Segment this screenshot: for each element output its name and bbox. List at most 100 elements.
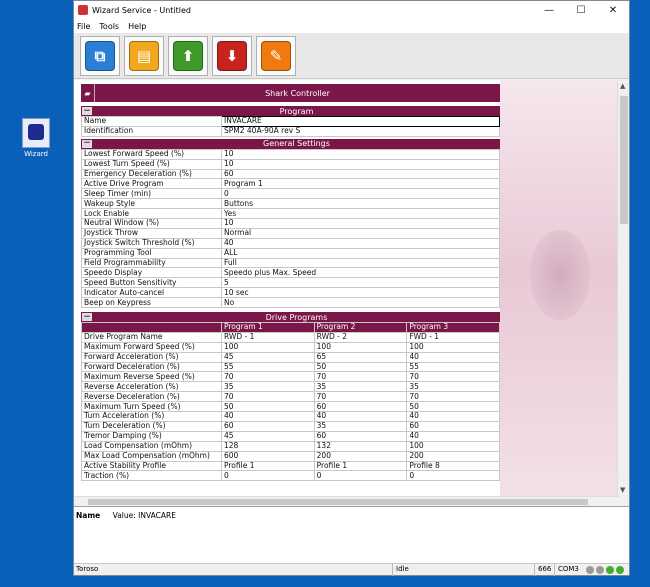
row-value[interactable]: Yes: [221, 208, 500, 220]
row-value-program-2[interactable]: 132: [313, 440, 408, 452]
row-value-program-3[interactable]: 200: [406, 450, 500, 462]
row-value-program-1[interactable]: 70: [221, 391, 315, 403]
row-label: Turn Acceleration (%): [81, 411, 222, 422]
horizontal-scrollbar[interactable]: [74, 496, 619, 506]
row-value-program-3[interactable]: 100: [406, 440, 500, 452]
row-label: Drive Program Name: [81, 331, 222, 343]
row-value-program-2[interactable]: 60: [313, 401, 408, 413]
row-value-program-1[interactable]: 45: [221, 351, 315, 363]
scroll-up-icon[interactable]: ▲: [620, 82, 625, 90]
open-file-button[interactable]: ⧉: [80, 35, 120, 76]
row-label: Maximum Turn Speed (%): [81, 401, 222, 413]
minimize-button[interactable]: —: [533, 1, 565, 19]
row-value-program-3[interactable]: 40: [406, 411, 500, 422]
row-value[interactable]: 5: [221, 277, 500, 289]
row-label: Wakeup Style: [81, 198, 222, 210]
row-value-program-2[interactable]: RWD - 2: [313, 331, 408, 343]
row-value-program-1[interactable]: 128: [221, 440, 315, 452]
row-value-program-3[interactable]: 35: [406, 381, 500, 393]
row-label: Active Drive Program: [81, 178, 222, 190]
tools-button[interactable]: ✎: [256, 35, 296, 76]
row-value[interactable]: No: [221, 297, 500, 309]
row-value-program-1[interactable]: 45: [221, 430, 315, 442]
close-button[interactable]: ✕: [597, 1, 629, 19]
row-value-program-3[interactable]: 70: [406, 391, 500, 403]
row-value[interactable]: Normal: [221, 227, 500, 239]
row-label: Speedo Display: [81, 267, 222, 279]
row-value-program-3[interactable]: 40: [406, 351, 500, 363]
row-label: Identification: [81, 125, 222, 137]
row-value-program-2[interactable]: 35: [313, 420, 408, 432]
row-value-program-2[interactable]: 100: [313, 341, 408, 353]
description-pane: Name Value: INVACARE: [74, 506, 629, 563]
row-value[interactable]: Program 1: [221, 178, 500, 190]
vertical-scrollbar[interactable]: ▲ ▼: [617, 80, 629, 496]
program-button[interactable]: ▤: [124, 35, 164, 76]
row-label: Reverse Deceleration (%): [81, 391, 222, 403]
menu-help[interactable]: Help: [128, 22, 146, 31]
row-value-program-3[interactable]: 60: [406, 420, 500, 432]
row-value[interactable]: SPM2 40A-90A rev S: [221, 125, 500, 137]
row-value[interactable]: INVACARE: [221, 116, 500, 127]
row-value-program-1[interactable]: 50: [221, 401, 315, 413]
drive-programs-title: Drive Programs: [265, 312, 328, 322]
row-value[interactable]: 0: [221, 188, 500, 200]
row-value[interactable]: 60: [221, 168, 500, 180]
read-chair-button[interactable]: ⬆: [168, 35, 208, 76]
row-value-program-2[interactable]: 200: [313, 450, 408, 462]
row-value-program-3[interactable]: 55: [406, 361, 500, 373]
row-value[interactable]: 10: [221, 158, 500, 170]
row-value[interactable]: Full: [221, 257, 500, 269]
menu-file[interactable]: File: [77, 22, 90, 31]
row-value-program-2[interactable]: 35: [313, 381, 408, 393]
row-value[interactable]: 10: [221, 218, 500, 229]
hscroll-thumb[interactable]: [88, 499, 588, 505]
row-value-program-1[interactable]: Profile 1: [221, 460, 315, 472]
row-value-program-2[interactable]: 40: [313, 411, 408, 422]
row-value-program-2[interactable]: Profile 1: [313, 460, 408, 472]
row-value-program-3[interactable]: Profile 8: [406, 460, 500, 472]
table-row: Forward Acceleration (%) 45 65 40: [81, 351, 500, 363]
row-value-program-2[interactable]: 70: [313, 371, 408, 383]
row-value[interactable]: 40: [221, 237, 500, 249]
open-file-icon: ⧉: [85, 40, 115, 71]
row-value-program-3[interactable]: 40: [406, 430, 500, 442]
row-value-program-1[interactable]: RWD - 1: [221, 331, 315, 343]
row-value-program-2[interactable]: 50: [313, 361, 408, 373]
row-label: Load Compensation (mOhm): [81, 440, 222, 452]
row-value-program-2[interactable]: 0: [313, 470, 408, 482]
table-row: Indicator Auto-cancel 10 sec: [81, 287, 500, 299]
row-value-program-3[interactable]: 50: [406, 401, 500, 413]
row-value-program-1[interactable]: 55: [221, 361, 315, 373]
collapse-program-toggle[interactable]: −: [81, 106, 93, 116]
row-value-program-3[interactable]: 100: [406, 341, 500, 353]
row-value-program-1[interactable]: 40: [221, 411, 315, 422]
collapse-drive-toggle[interactable]: −: [81, 312, 93, 323]
row-value-program-1[interactable]: 0: [221, 470, 315, 482]
table-row: Maximum Turn Speed (%) 50 60 50: [81, 401, 500, 413]
row-value-program-1[interactable]: 35: [221, 381, 315, 393]
collapse-general-toggle[interactable]: −: [81, 138, 93, 149]
row-value-program-2[interactable]: 60: [313, 430, 408, 442]
scroll-thumb[interactable]: [620, 96, 628, 224]
row-value[interactable]: Speedo plus Max. Speed: [221, 267, 500, 279]
row-value[interactable]: Buttons: [221, 198, 500, 210]
desktop-icon-wizard[interactable]: Wizard: [20, 118, 52, 158]
row-value-program-1[interactable]: 600: [221, 450, 315, 462]
table-row: Programming Tool ALL: [81, 247, 500, 259]
row-value-program-3[interactable]: FWD - 1: [406, 331, 500, 343]
row-value-program-1[interactable]: 100: [221, 341, 315, 353]
row-value-program-1[interactable]: 60: [221, 420, 315, 432]
row-value-program-2[interactable]: 70: [313, 391, 408, 403]
row-value[interactable]: 10 sec: [221, 287, 500, 299]
scroll-down-icon[interactable]: ▼: [620, 486, 625, 494]
row-value-program-3[interactable]: 70: [406, 371, 500, 383]
row-value[interactable]: 10: [221, 148, 500, 160]
maximize-button[interactable]: ☐: [565, 1, 597, 19]
menu-tools[interactable]: Tools: [99, 22, 119, 31]
write-chair-button[interactable]: ⬇: [212, 35, 252, 76]
row-value-program-1[interactable]: 70: [221, 371, 315, 383]
row-value-program-2[interactable]: 65: [313, 351, 408, 363]
row-value[interactable]: ALL: [221, 247, 500, 259]
row-value-program-3[interactable]: 0: [406, 470, 500, 482]
